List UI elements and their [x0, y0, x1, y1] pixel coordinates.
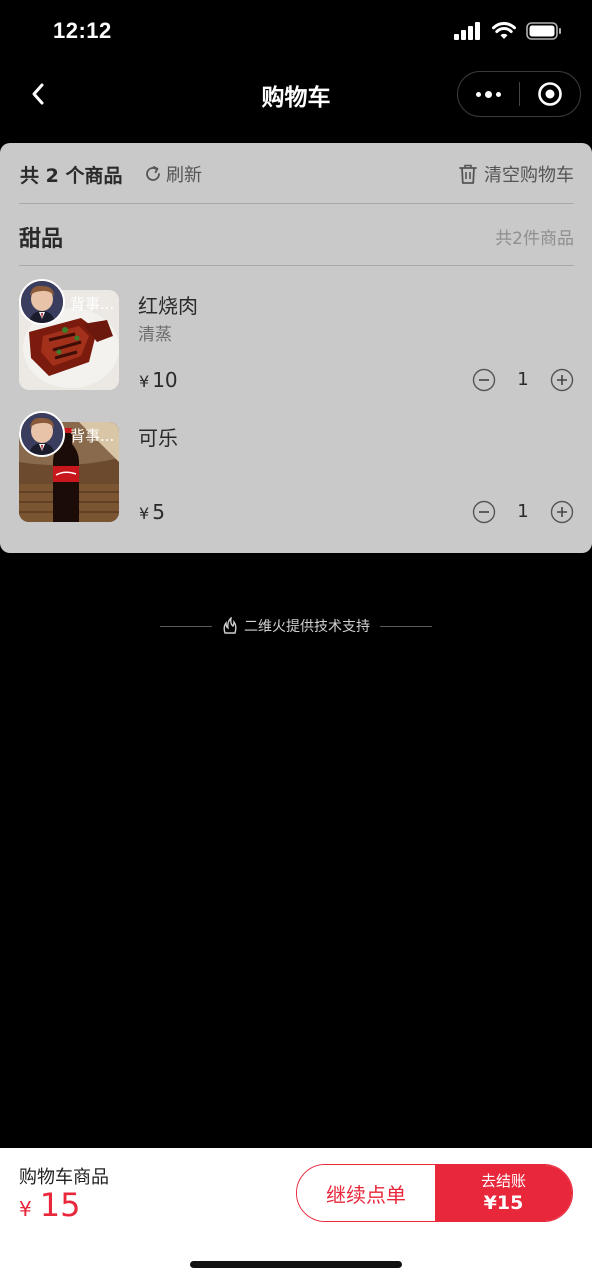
trash-icon [459, 164, 477, 184]
product-price: ¥10 [139, 368, 178, 392]
user-avatar [19, 411, 65, 457]
checkout-label: 去结账 [480, 1171, 526, 1190]
checkout-button[interactable]: 去结账 ¥15 [435, 1165, 572, 1221]
status-time: 12:12 [53, 18, 112, 43]
signal-icon [454, 22, 480, 40]
tech-support-footer: 二维火提供技术支持 [160, 614, 432, 638]
cart-panel: 共 2 个商品 刷新 清空购物车 甜品 共2件商品 背事... 红烧肉 清蒸 ¥… [0, 143, 592, 553]
avatar-image [21, 281, 63, 323]
category-count: 共2件商品 [495, 229, 574, 249]
more-icon-dot [496, 91, 501, 97]
clear-cart-label: 清空购物车 [484, 165, 574, 186]
checkout-price: ¥15 [483, 1191, 524, 1214]
more-icon-dot [485, 90, 492, 98]
plus-circle-icon [550, 368, 574, 392]
minus-circle-icon [472, 500, 496, 524]
divider [380, 625, 432, 627]
increase-quantity-button[interactable] [550, 368, 574, 392]
refresh-label: 刷新 [166, 165, 202, 186]
more-button[interactable] [458, 72, 519, 116]
item-count: 共 2 个商品 [20, 165, 123, 187]
home-indicator[interactable] [190, 1261, 402, 1268]
battery-icon [526, 22, 561, 40]
quantity-stepper: 1 [472, 368, 574, 392]
product-price: ¥5 [139, 500, 165, 524]
currency-symbol: ¥ [139, 504, 150, 523]
price-value: 5 [152, 500, 165, 524]
currency-symbol: ¥ [139, 372, 150, 391]
quantity-value: 1 [517, 369, 529, 390]
status-bar: 12:12 [0, 0, 592, 66]
decrease-quantity-button[interactable] [472, 500, 496, 524]
mini-program-capsule [457, 71, 581, 117]
avatar-nickname: 背事... [70, 295, 115, 313]
plus-circle-icon [550, 500, 574, 524]
flame-logo-icon [223, 617, 237, 634]
target-close-icon [538, 82, 562, 106]
clear-cart-button[interactable]: 清空购物车 [458, 161, 574, 187]
decrease-quantity-button[interactable] [472, 368, 496, 392]
product-spec: 清蒸 [138, 325, 172, 345]
minus-circle-icon [472, 368, 496, 392]
close-mini-program-button[interactable] [520, 72, 580, 116]
user-avatar [19, 279, 65, 325]
total-currency-symbol: ¥ [19, 1197, 32, 1221]
nav-bar: 购物车 [0, 66, 592, 122]
action-button-group: 继续点单 去结账 ¥15 [296, 1164, 573, 1222]
tech-support-label: 二维火提供技术支持 [244, 619, 370, 635]
quantity-value: 1 [517, 501, 529, 522]
total-amount: ¥ 15 [19, 1186, 80, 1224]
cart-item: 背事... 红烧肉 清蒸 ¥10 1 [19, 279, 574, 410]
avatar-image [21, 413, 63, 455]
cart-item: 背事... 可乐 ¥5 1 [19, 411, 574, 542]
category-name: 甜品 [19, 227, 64, 252]
divider [160, 625, 212, 627]
refresh-button[interactable]: 刷新 [143, 161, 202, 187]
product-name: 红烧肉 [138, 294, 198, 318]
checkout-bar: 购物车商品 ¥ 15 继续点单 去结账 ¥15 [0, 1148, 592, 1280]
refresh-icon [146, 166, 160, 181]
total-value: 15 [39, 1186, 81, 1224]
category-header: 甜品 共2件商品 [19, 204, 574, 266]
quantity-stepper: 1 [472, 500, 574, 524]
product-name: 可乐 [138, 426, 178, 450]
tech-support-text: 二维火提供技术支持 [212, 616, 380, 636]
status-icons [454, 22, 562, 40]
more-icon [476, 91, 481, 97]
continue-ordering-button[interactable]: 继续点单 [297, 1165, 435, 1221]
price-value: 10 [152, 368, 178, 392]
increase-quantity-button[interactable] [550, 500, 574, 524]
cart-summary-row: 共 2 个商品 刷新 清空购物车 [19, 143, 574, 204]
wifi-icon [492, 22, 516, 39]
avatar-nickname: 背事... [70, 427, 115, 445]
